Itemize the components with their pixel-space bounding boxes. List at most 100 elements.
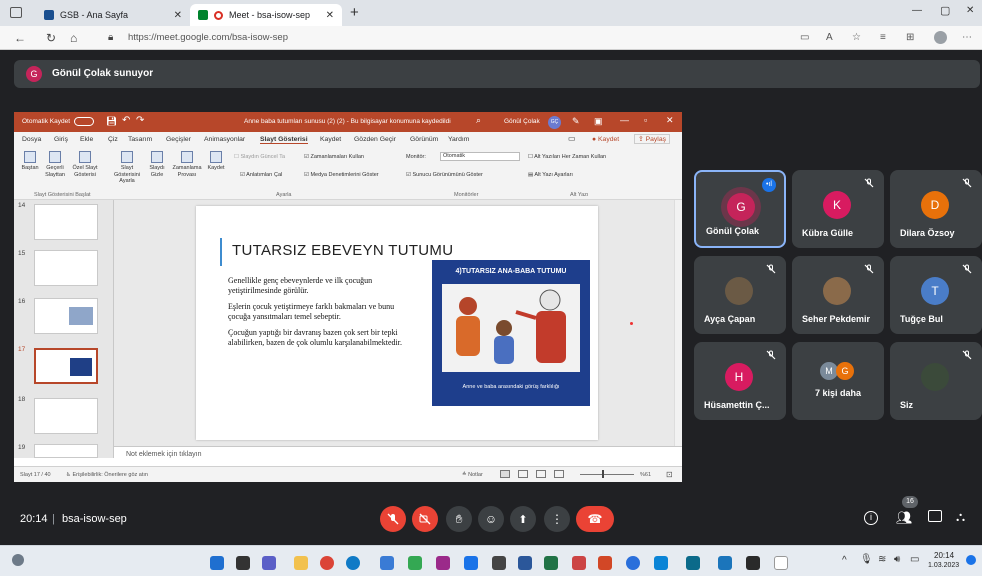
- chat-icon[interactable]: [928, 510, 942, 522]
- home-icon[interactable]: ⌂: [70, 31, 77, 45]
- camera-toggle-button[interactable]: [412, 506, 438, 532]
- menu-slayt-gosterisi[interactable]: Slayt Gösterisi: [260, 136, 308, 144]
- slide-thumbnail-selected[interactable]: [34, 348, 98, 384]
- battery-icon[interactable]: ▭: [910, 554, 919, 565]
- comments-icon[interactable]: ▭: [568, 134, 576, 143]
- close-tab-icon[interactable]: ✕: [326, 10, 334, 21]
- people-icon[interactable]: 👥︎: [896, 510, 913, 526]
- user-avatar[interactable]: GÇ: [548, 116, 561, 129]
- participant-tile[interactable]: Seher Pekdemir: [792, 256, 884, 334]
- check-use-timings[interactable]: ☑ Zamanlamaları Kullan: [304, 154, 364, 160]
- menu-dosya[interactable]: Dosya: [22, 136, 41, 143]
- drive-icon[interactable]: [408, 556, 422, 570]
- app-icon[interactable]: [436, 556, 450, 570]
- app-icon[interactable]: [626, 556, 640, 570]
- more-options-button[interactable]: ⋮: [544, 506, 570, 532]
- more-participants-tile[interactable]: M G 7 kişi daha: [792, 342, 884, 420]
- mic-toggle-button[interactable]: [380, 506, 406, 532]
- minimize-button[interactable]: —: [912, 5, 922, 16]
- reading-view-icon[interactable]: [536, 470, 546, 478]
- clock[interactable]: 20:14: [934, 551, 954, 560]
- activities-icon[interactable]: ⛬: [956, 509, 965, 525]
- participant-tile[interactable]: H Hüsamettin Ç...: [694, 342, 786, 420]
- ppt-share-button[interactable]: ⇪ Paylaş: [634, 134, 670, 144]
- redo-icon[interactable]: ↷: [136, 115, 144, 126]
- notes-pane[interactable]: Not eklemek için tıklayın: [114, 446, 682, 462]
- meeting-info-icon[interactable]: i: [864, 511, 878, 525]
- slide-thumbnail[interactable]: [34, 398, 98, 434]
- fit-slide-icon[interactable]: ⊡: [666, 470, 673, 479]
- new-tab-button[interactable]: +: [350, 4, 359, 21]
- zoom-slider[interactable]: [580, 474, 634, 475]
- app-icon[interactable]: [774, 556, 788, 570]
- menu-yardim[interactable]: Yardım: [448, 136, 469, 143]
- read-aloud-icon[interactable]: A: [826, 32, 833, 43]
- menu-gozden-gecir[interactable]: Gözden Geçir: [354, 136, 396, 143]
- check-always-subtitles[interactable]: ☐ Alt Yazıları Her Zaman Kullan: [528, 154, 606, 160]
- mic-tray-icon[interactable]: 🎙︎: [860, 554, 873, 565]
- present-button[interactable]: ⬆: [510, 506, 536, 532]
- app-icon[interactable]: [686, 556, 700, 570]
- undo-icon[interactable]: ↶: [122, 115, 130, 126]
- from-current-button[interactable]: Geçerli Slayttan: [42, 151, 68, 178]
- notification-icon[interactable]: [966, 555, 976, 565]
- volume-icon[interactable]: 🔊︎: [894, 554, 900, 565]
- normal-view-icon[interactable]: [500, 470, 510, 478]
- slide-thumbnail[interactable]: [34, 444, 98, 458]
- app-icon[interactable]: [380, 556, 394, 570]
- participant-tile[interactable]: T Tuğçe Bul: [890, 256, 982, 334]
- slide-thumbnail[interactable]: [34, 298, 98, 334]
- participant-tile[interactable]: D Dilara Özsoy: [890, 170, 982, 248]
- participant-tile[interactable]: K Kübra Gülle: [792, 170, 884, 248]
- app-icon[interactable]: [718, 556, 732, 570]
- custom-show-button[interactable]: Özel Slayt Gösterisi: [70, 151, 100, 178]
- back-icon[interactable]: ←: [14, 31, 26, 45]
- url-field[interactable]: https://meet.google.com/bsa-isow-sep: [128, 32, 288, 43]
- wifi-icon[interactable]: ≋: [878, 554, 886, 565]
- end-call-button[interactable]: ☎︎: [576, 506, 614, 532]
- app-icon[interactable]: [654, 556, 668, 570]
- setup-show-button[interactable]: Slayt Gösterisini Ayarla: [110, 151, 144, 185]
- weather-icon[interactable]: [12, 554, 24, 566]
- slide-thumbnail[interactable]: [34, 250, 98, 286]
- search-taskbar-icon[interactable]: [236, 556, 250, 570]
- hide-slide-button[interactable]: Slaydı Gizle: [146, 151, 168, 178]
- vertical-scrollbar[interactable]: [674, 200, 682, 446]
- pen-icon[interactable]: ✎: [572, 116, 580, 127]
- menu-gorunum[interactable]: Görünüm: [410, 136, 438, 143]
- close-window-button[interactable]: ✕: [966, 5, 974, 16]
- ppt-maximize[interactable]: ▫: [644, 115, 647, 125]
- favorite-icon[interactable]: ☆: [852, 32, 861, 43]
- explorer-icon[interactable]: [294, 556, 308, 570]
- from-beginning-button[interactable]: Baştan: [18, 151, 42, 172]
- tray-chevron-icon[interactable]: ^: [842, 555, 847, 566]
- zoom-thumb[interactable]: [602, 470, 604, 478]
- menu-kaydet[interactable]: Kaydet: [320, 136, 341, 143]
- raise-hand-button[interactable]: ✋︎: [446, 506, 472, 532]
- check-narrations[interactable]: ☑ Anlatımları Çal: [240, 172, 282, 178]
- self-tile[interactable]: Siz: [890, 342, 982, 420]
- maximize-button[interactable]: ▢: [940, 4, 950, 17]
- favorites-list-icon[interactable]: ≡: [880, 32, 886, 43]
- menu-tasarim[interactable]: Tasarım: [128, 136, 152, 143]
- app-icon[interactable]: [746, 556, 760, 570]
- menu-ciz[interactable]: Çiz: [108, 136, 118, 143]
- ppt-close[interactable]: ✕: [666, 115, 674, 126]
- participant-tile[interactable]: Ayça Çapan: [694, 256, 786, 334]
- monitor-select[interactable]: Otomatik: [440, 152, 520, 161]
- tab-gsb[interactable]: GSB - Ana Sayfa ✕: [36, 4, 190, 26]
- collections-icon[interactable]: ⊞: [906, 32, 914, 43]
- current-slide[interactable]: TUTARSIZ EBEVEYN TUTUMU Genellikle genç …: [196, 206, 598, 440]
- menu-animasyonlar[interactable]: Animasyonlar: [204, 136, 245, 143]
- ppt-minimize[interactable]: —: [620, 115, 629, 125]
- menu-giris[interactable]: Giriş: [54, 136, 68, 143]
- chrome-icon[interactable]: [320, 556, 334, 570]
- start-icon[interactable]: [210, 556, 224, 570]
- slide-thumbnail[interactable]: [34, 204, 98, 240]
- word-icon[interactable]: [518, 556, 532, 570]
- ppt-save-button[interactable]: ● Kaydet: [592, 136, 619, 143]
- profile-avatar[interactable]: [934, 31, 947, 44]
- app-icon[interactable]: [572, 556, 586, 570]
- rehearse-timings-button[interactable]: Zamanlama Provası: [170, 151, 204, 178]
- reactions-button[interactable]: ☺: [478, 506, 504, 532]
